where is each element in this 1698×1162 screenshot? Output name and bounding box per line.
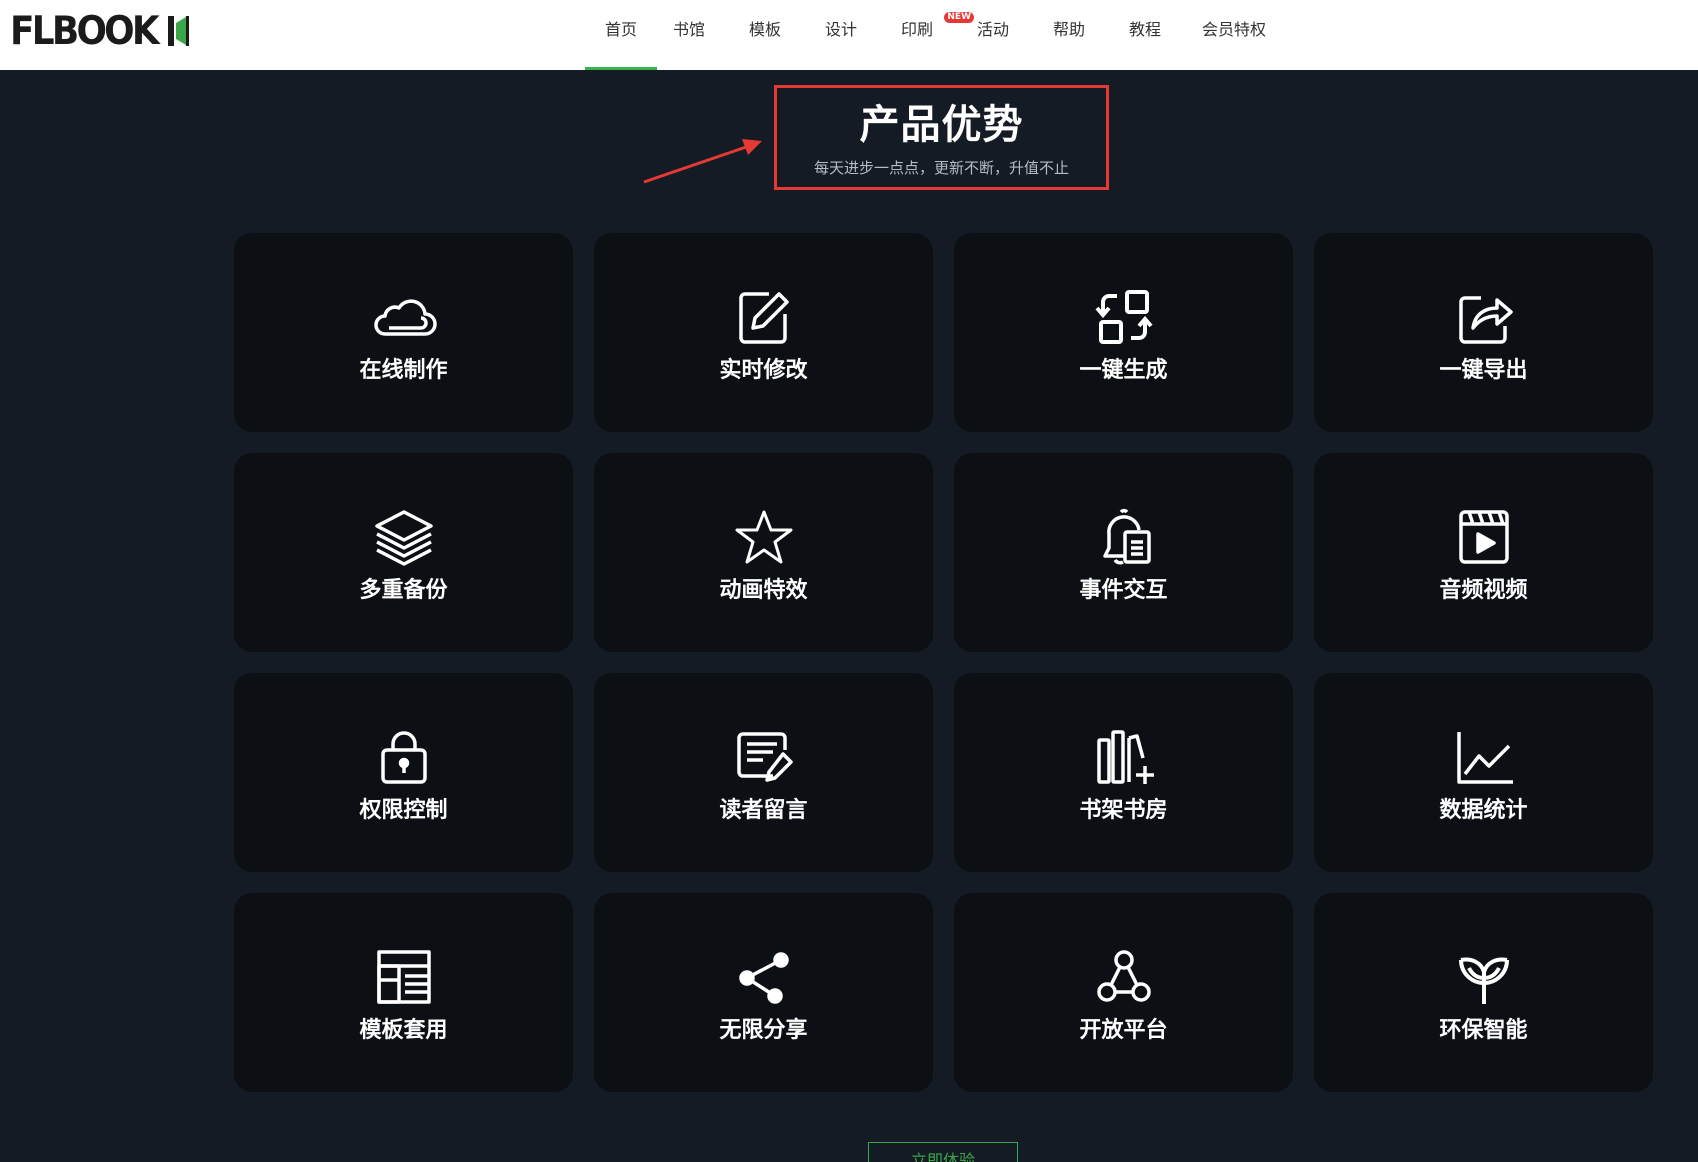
nav-tutorials[interactable]: 教程	[1118, 0, 1172, 70]
chart-icon	[1449, 727, 1519, 787]
section-heading-highlight: 产品优势 每天进步一点点，更新不断，升值不止	[774, 85, 1109, 190]
nav-design[interactable]: 设计	[814, 0, 868, 70]
lock-icon	[369, 727, 439, 787]
flbook-logo[interactable]: FLBOOK	[10, 8, 190, 54]
section-subtitle: 每天进步一点点，更新不断，升值不止	[813, 159, 1069, 177]
nav-membership[interactable]: 会员特权	[1194, 0, 1274, 70]
logo-book-icon	[166, 13, 190, 49]
template-icon	[369, 947, 439, 1007]
nav-library[interactable]: 书馆	[662, 0, 716, 70]
feature-card-bookshelf[interactable]: 书架书房	[954, 673, 1293, 872]
share-icon	[729, 947, 799, 1007]
bell-icon	[1089, 507, 1159, 567]
feature-card-reader-comments[interactable]: 读者留言	[594, 673, 933, 872]
try-now-button[interactable]: 立即体验	[868, 1142, 1018, 1162]
feature-card-permission-control[interactable]: 权限控制	[234, 673, 573, 872]
feature-card-realtime-edit[interactable]: 实时修改	[594, 233, 933, 432]
feature-card-multi-backup[interactable]: 多重备份	[234, 453, 573, 652]
generate-icon	[1089, 287, 1159, 347]
feature-card-audio-video[interactable]: 音频视频	[1314, 453, 1653, 652]
nav-events[interactable]: 活动	[966, 0, 1020, 70]
bookshelf-icon	[1089, 727, 1159, 787]
feature-card-animation[interactable]: 动画特效	[594, 453, 933, 652]
eco-icon	[1449, 947, 1519, 1007]
feature-card-template-apply[interactable]: 模板套用	[234, 893, 573, 1092]
top-header: FLBOOK 首页 书馆 模板 设计 印刷 NEW 活动 帮助 教程 会员特权	[0, 0, 1698, 70]
feature-grid: 在线制作 实时修改 一键生成 一键导出 多重备份 动画特效 事件交互 音频视频 …	[234, 233, 1653, 1092]
comment-icon	[729, 727, 799, 787]
red-arrow-annotation	[643, 139, 762, 184]
feature-card-event-interaction[interactable]: 事件交互	[954, 453, 1293, 652]
feature-card-one-click-export[interactable]: 一键导出	[1314, 233, 1653, 432]
feature-card-data-statistics[interactable]: 数据统计	[1314, 673, 1653, 872]
network-icon	[1089, 947, 1159, 1007]
nav-print[interactable]: 印刷 NEW	[890, 0, 974, 70]
feature-card-one-click-generate[interactable]: 一键生成	[954, 233, 1293, 432]
section-title: 产品优势	[859, 102, 1024, 148]
feature-card-online-creation[interactable]: 在线制作	[234, 233, 573, 432]
star-icon	[729, 507, 799, 567]
nav-help[interactable]: 帮助	[1042, 0, 1096, 70]
nav-home[interactable]: 首页	[585, 0, 657, 70]
edit-icon	[729, 287, 799, 347]
logo-text: FLBOOK	[10, 8, 160, 54]
layers-icon	[369, 507, 439, 567]
export-icon	[1449, 287, 1519, 347]
nav-templates[interactable]: 模板	[738, 0, 792, 70]
feature-card-unlimited-share[interactable]: 无限分享	[594, 893, 933, 1092]
feature-card-eco-smart[interactable]: 环保智能	[1314, 893, 1653, 1092]
video-icon	[1449, 507, 1519, 567]
feature-card-open-platform[interactable]: 开放平台	[954, 893, 1293, 1092]
main-nav: 首页 书馆 模板 设计 印刷 NEW 活动 帮助 教程 会员特权	[585, 0, 1274, 70]
cloud-icon	[369, 287, 439, 347]
